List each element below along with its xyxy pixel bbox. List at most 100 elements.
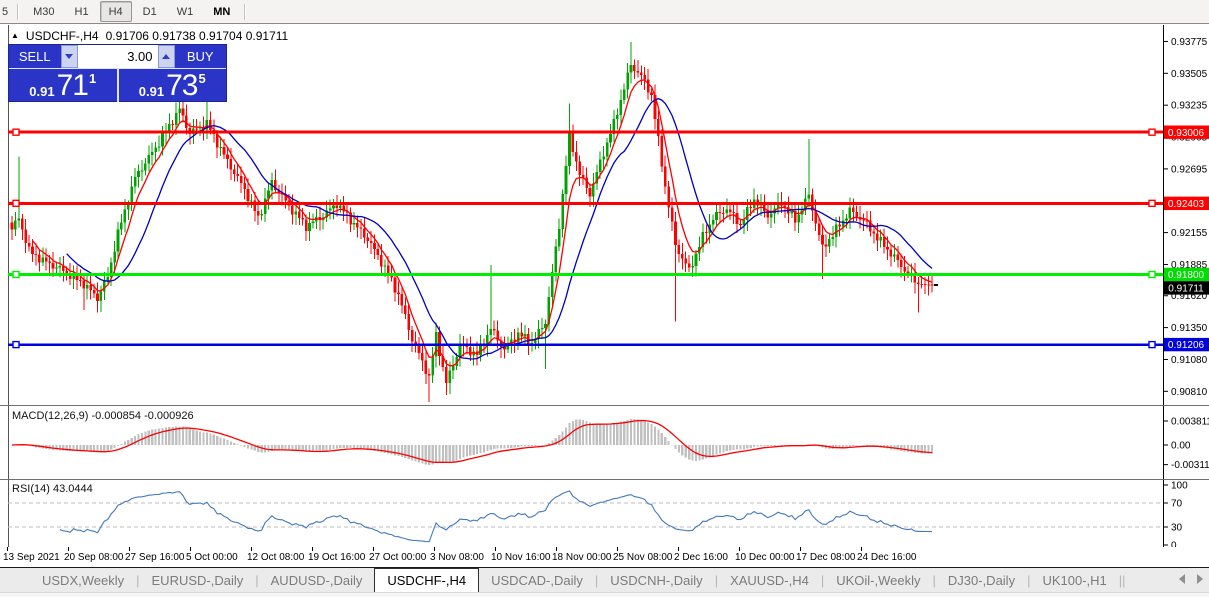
timeframe-button-D1[interactable]: D1 — [134, 1, 166, 22]
buy-price-big: 73 — [166, 71, 197, 101]
sell-price-big: 71 — [57, 71, 88, 101]
level-handle[interactable] — [1149, 272, 1155, 278]
down-arrow-icon — [65, 54, 73, 59]
macd-panel[interactable]: 0.0038110.00-0.003115MACD(12,26,9) -0.00… — [0, 406, 1209, 480]
terminal-screen: 5 M30H1H4D1W1MN 0.93775 0.93505 0.93235 0.92… — [0, 0, 1209, 597]
rsi-tick-label: 70 — [1171, 499, 1183, 510]
chart-tab-XAUUSD-H4[interactable]: XAUUSD-,H4 — [718, 568, 821, 592]
tab-scroll-arrows — [1179, 574, 1203, 584]
tab-separator: | — [1122, 568, 1125, 592]
time-label: 3 Nov 08:00 — [430, 552, 484, 563]
time-label: 18 Nov 00:00 — [552, 552, 612, 563]
price-tick-label: 0.93775 — [1171, 37, 1208, 48]
time-tick — [495, 547, 496, 551]
price-tick-label: 0.90810 — [1171, 387, 1208, 398]
tab-scroll-left-icon[interactable] — [1179, 574, 1185, 584]
sell-price-sup: 1 — [89, 72, 96, 85]
level-handle[interactable] — [13, 272, 19, 278]
level-handle[interactable] — [1149, 200, 1155, 206]
time-label: 5 Oct 00:00 — [186, 552, 238, 563]
level-handle[interactable] — [13, 200, 19, 206]
chart-tab-AUDUSD-Daily[interactable]: AUDUSD-,Daily — [259, 568, 375, 592]
level-handle[interactable] — [13, 342, 19, 348]
chart-tab-USDX-Weekly[interactable]: USDX,Weekly — [30, 568, 136, 592]
timeframe-button-5[interactable]: 5 — [0, 1, 12, 22]
chart-ohlc-values: 0.91706 0.91738 0.91704 0.91711 — [106, 29, 289, 43]
time-tick — [434, 547, 435, 551]
chart-tab-EURUSD-Daily[interactable]: EURUSD-,Daily — [140, 568, 256, 592]
price-tick-label: 0.93235 — [1171, 101, 1208, 112]
timeframe-button-H1[interactable]: H1 — [66, 1, 98, 22]
volume-input[interactable] — [78, 45, 158, 68]
svg-text:0.93006: 0.93006 — [1168, 128, 1205, 139]
level-handle[interactable] — [1149, 129, 1155, 135]
time-tick — [7, 547, 8, 551]
rsi-tick-label: 30 — [1171, 523, 1183, 534]
time-tick — [129, 547, 130, 551]
status-strip — [0, 592, 1209, 597]
price-tick-label: 0.92155 — [1171, 228, 1208, 239]
price-marker-0.93006: 0.93006 — [1164, 125, 1209, 138]
macd-tick-label: 0.00 — [1171, 441, 1191, 452]
level-handle[interactable] — [1149, 342, 1155, 348]
sell-price-prefix: 0.91 — [29, 85, 54, 98]
time-label: 12 Oct 08:00 — [247, 552, 304, 563]
svg-text:0.91800: 0.91800 — [1168, 270, 1205, 281]
collapse-triangle-icon[interactable]: ▲ — [11, 32, 19, 40]
time-tick — [251, 547, 252, 551]
toolbar-separator — [17, 4, 19, 20]
chart-tab-USDCAD-Daily[interactable]: USDCAD-,Daily — [479, 568, 595, 592]
chart-symbol-label: USDCHF-,H4 — [26, 29, 99, 43]
price-tick-label: 0.93505 — [1171, 69, 1208, 80]
time-tick — [556, 547, 557, 551]
timeframe-button-H4[interactable]: H4 — [100, 1, 132, 22]
price-tick-label: 0.92695 — [1171, 164, 1208, 175]
time-tick — [739, 547, 740, 551]
price-marker-0.91711: 0.91711 — [1164, 281, 1209, 294]
tab-scroll-right-icon[interactable] — [1197, 574, 1203, 584]
time-tick — [312, 547, 313, 551]
time-tick — [68, 547, 69, 551]
time-label: 10 Dec 00:00 — [735, 552, 795, 563]
price-marker-0.91206: 0.91206 — [1164, 338, 1209, 351]
macd-label: MACD(12,26,9) -0.000854 -0.000926 — [12, 410, 194, 422]
last-price-tick — [934, 284, 938, 286]
svg-text:0.91711: 0.91711 — [1168, 284, 1204, 295]
chart-tab-USDCHF-H4[interactable]: USDCHF-,H4 — [374, 568, 479, 592]
price-marker-0.92403: 0.92403 — [1164, 197, 1209, 210]
timeframe-button-W1[interactable]: W1 — [168, 1, 203, 22]
sell-button[interactable]: SELL — [9, 45, 61, 68]
chart-tab-UK100-H1[interactable]: UK100-,H1 — [1030, 568, 1118, 592]
rsi-panel[interactable]: 10070300RSI(14) 43.0444 — [0, 480, 1209, 548]
chart-window: 0.937750.935050.932350.929650.926950.921… — [0, 23, 1209, 568]
time-tick — [861, 547, 862, 551]
chart-tab-DJ30-Daily[interactable]: DJ30-,Daily — [936, 568, 1027, 592]
timeframe-button-MN[interactable]: MN — [204, 1, 239, 22]
time-axis[interactable]: 13 Sep 202120 Sep 08:0027 Sep 16:005 Oct… — [0, 547, 1209, 568]
time-label: 24 Dec 16:00 — [857, 552, 917, 563]
up-arrow-icon — [162, 54, 170, 59]
time-label: 27 Sep 16:00 — [125, 552, 185, 563]
rsi-tick-label: 100 — [1171, 481, 1188, 492]
toolbar-separator — [244, 4, 246, 20]
time-label: 2 Dec 16:00 — [674, 552, 728, 563]
buy-price-sup: 5 — [198, 72, 205, 85]
timeframe-button-M30[interactable]: M30 — [24, 1, 63, 22]
volume-decrease-button[interactable] — [61, 45, 78, 68]
buy-button[interactable]: BUY — [175, 45, 227, 68]
chart-tab-USDCNH-Daily[interactable]: USDCNH-,Daily — [598, 568, 714, 592]
volume-increase-button[interactable] — [158, 45, 175, 68]
time-label: 10 Nov 16:00 — [491, 552, 551, 563]
buy-price[interactable]: 0.91 73 5 — [119, 69, 227, 102]
time-tick — [190, 547, 191, 551]
time-label: 25 Nov 08:00 — [613, 552, 673, 563]
svg-text:0.92403: 0.92403 — [1168, 199, 1205, 210]
timeframes-toolbar: 5 M30H1H4D1W1MN — [0, 0, 1209, 24]
level-handle[interactable] — [13, 129, 19, 135]
chart-tab-UKOil-Weekly[interactable]: UKOil-,Weekly — [824, 568, 932, 592]
time-label: 17 Dec 08:00 — [796, 552, 856, 563]
time-label: 19 Oct 16:00 — [308, 552, 365, 563]
time-tick — [678, 547, 679, 551]
sell-price[interactable]: 0.91 71 1 — [9, 69, 117, 102]
time-label: 20 Sep 08:00 — [64, 552, 124, 563]
